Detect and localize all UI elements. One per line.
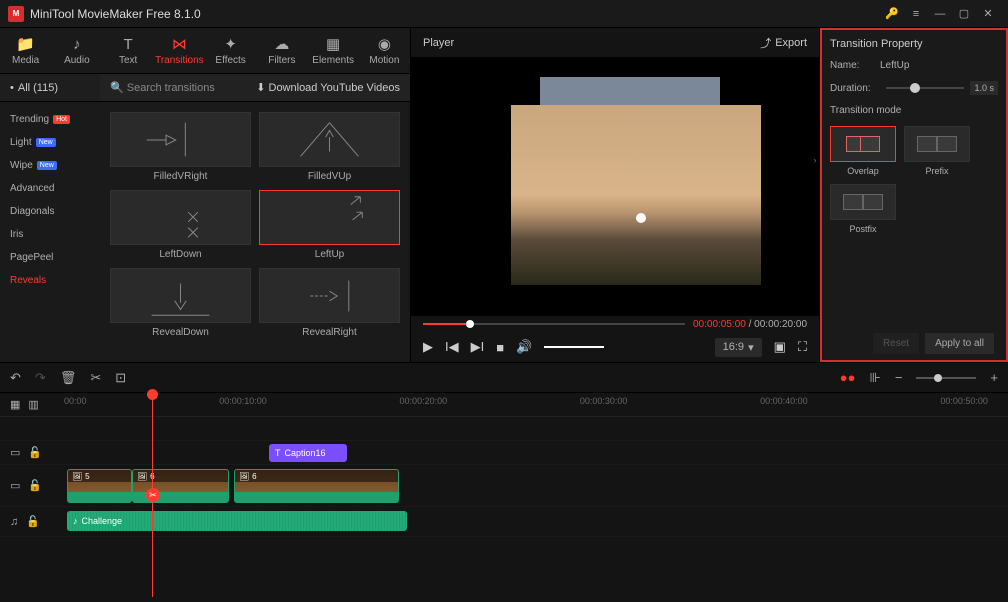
category-pagepeel[interactable]: PagePeel — [0, 246, 100, 269]
track-type-icon: ▭ — [10, 479, 20, 492]
delete-button[interactable]: 🗑 — [60, 370, 77, 386]
lock-icon[interactable]: 🔓 — [26, 515, 40, 528]
transition-marker-icon[interactable]: ✂ — [146, 488, 160, 502]
titlebar: M MiniTool MovieMaker Free 8.1.0 🔑 ≡ — ▢… — [0, 0, 1008, 28]
play-button[interactable]: ▶ — [423, 339, 433, 355]
category-wipe[interactable]: WipeNew — [0, 154, 100, 177]
mode-postfix[interactable]: Postfix — [830, 184, 896, 234]
player-panel: Player ⤴Export 00:00:05:00 / 00:00:20:00… — [410, 28, 820, 362]
duration-label: Duration: — [830, 83, 880, 94]
track-type-icon: ▭ — [10, 446, 20, 459]
category-iris[interactable]: Iris — [0, 223, 100, 246]
license-key-icon[interactable]: 🔑 — [880, 4, 904, 24]
category-advanced[interactable]: Advanced — [0, 177, 100, 200]
panel-collapse-handle[interactable]: › — [810, 140, 820, 180]
lock-icon[interactable]: 🔓 — [28, 446, 42, 459]
asset-panel: 📁Media ♪Audio TText ⋈Transitions ✦Effect… — [0, 28, 410, 362]
transition-grid: FilledVRight FilledVUp LeftDown LeftUp R… — [100, 102, 410, 362]
transition-filledvup[interactable]: FilledVUp — [259, 112, 400, 182]
aspect-selector[interactable]: 16:9▾ — [715, 338, 762, 357]
reset-button[interactable]: Reset — [873, 333, 919, 354]
transition-leftup[interactable]: LeftUp — [259, 190, 400, 260]
audio-clip[interactable]: ♪ Challenge — [67, 511, 407, 531]
asset-tabs: 📁Media ♪Audio TText ⋈Transitions ✦Effect… — [0, 28, 410, 74]
transition-revealright[interactable]: RevealRight — [259, 268, 400, 338]
apply-all-button[interactable]: Apply to all — [925, 333, 994, 354]
player-title: Player — [423, 37, 454, 49]
video-clip-1[interactable]: 🖼 5 — [67, 469, 132, 503]
prev-frame-button[interactable]: I◀ — [445, 339, 459, 355]
duration-slider[interactable] — [886, 87, 964, 89]
minimize-button[interactable]: — — [928, 4, 952, 24]
category-selector[interactable]: • All (115) — [0, 74, 100, 101]
close-button[interactable]: ✕ — [976, 4, 1000, 24]
duration-value[interactable]: 1.0 s — [970, 81, 998, 95]
property-panel-title: Transition Property — [830, 38, 998, 50]
transition-filledvright[interactable]: FilledVRight — [110, 112, 251, 182]
category-trending[interactable]: TrendingHot — [0, 108, 100, 131]
search-input[interactable]: 🔍 Search transitions — [100, 81, 246, 94]
snapshot-button[interactable]: ▣ — [774, 339, 786, 355]
magnet-button[interactable]: ⊪ — [869, 370, 880, 386]
tab-effects[interactable]: ✦Effects — [205, 28, 256, 73]
mode-label: Transition mode — [830, 105, 901, 116]
mode-prefix[interactable]: Prefix — [904, 126, 970, 176]
split-button[interactable]: ✂ — [90, 370, 101, 386]
video-preview — [411, 58, 819, 316]
download-youtube-button[interactable]: ⬇ Download YouTube Videos — [246, 81, 410, 94]
next-frame-button[interactable]: ▶I — [471, 339, 485, 355]
fullscreen-button[interactable]: ⛶ — [798, 339, 807, 355]
track-manage-icon[interactable]: ▦ — [10, 398, 20, 411]
stop-button[interactable]: ■ — [496, 340, 504, 355]
category-light[interactable]: LightNew — [0, 131, 100, 154]
tab-transitions[interactable]: ⋈Transitions — [154, 28, 205, 73]
transition-revealdown[interactable]: RevealDown — [110, 268, 251, 338]
caption-clip[interactable]: TCaption16 — [269, 444, 347, 462]
tab-motion[interactable]: ◉Motion — [359, 28, 410, 73]
name-label: Name: — [830, 60, 880, 71]
tab-elements[interactable]: ▦Elements — [308, 28, 359, 73]
zoom-in-button[interactable]: + — [990, 370, 998, 385]
tab-audio[interactable]: ♪Audio — [51, 28, 102, 73]
volume-slider[interactable] — [544, 346, 604, 348]
video-clip-3[interactable]: 🖼 6 — [234, 469, 399, 503]
export-button[interactable]: ⤴Export — [760, 35, 807, 51]
app-title: MiniTool MovieMaker Free 8.1.0 — [30, 7, 880, 21]
category-reveals[interactable]: Reveals — [0, 269, 100, 292]
crop-button[interactable]: ⊡ — [115, 370, 126, 386]
record-indicator-icon[interactable]: ●● — [840, 370, 856, 385]
transition-leftdown[interactable]: LeftDown — [110, 190, 251, 260]
lock-icon[interactable]: 🔓 — [28, 479, 42, 492]
app-logo-icon: M — [8, 6, 24, 22]
progress-bar[interactable]: 00:00:05:00 / 00:00:20:00 — [411, 316, 819, 332]
tab-text[interactable]: TText — [103, 28, 154, 73]
track-collapse-icon[interactable]: ▥ — [28, 398, 38, 411]
menu-icon[interactable]: ≡ — [904, 4, 928, 24]
music-icon: ♫ — [10, 516, 18, 528]
property-panel: Transition Property Name:LeftUp Duration… — [820, 28, 1008, 362]
category-list: TrendingHot LightNew WipeNew Advanced Di… — [0, 102, 100, 362]
volume-icon[interactable]: 🔊 — [516, 339, 532, 355]
tab-media[interactable]: 📁Media — [0, 28, 51, 73]
zoom-out-button[interactable]: − — [895, 370, 903, 385]
redo-button[interactable]: ↷ — [35, 370, 46, 386]
undo-button[interactable]: ↶ — [10, 370, 21, 386]
category-diagonals[interactable]: Diagonals — [0, 200, 100, 223]
mode-overlap[interactable]: Overlap — [830, 126, 896, 176]
zoom-slider[interactable] — [916, 377, 976, 379]
name-value: LeftUp — [880, 60, 998, 71]
maximize-button[interactable]: ▢ — [952, 4, 976, 24]
tab-filters[interactable]: ☁Filters — [256, 28, 307, 73]
